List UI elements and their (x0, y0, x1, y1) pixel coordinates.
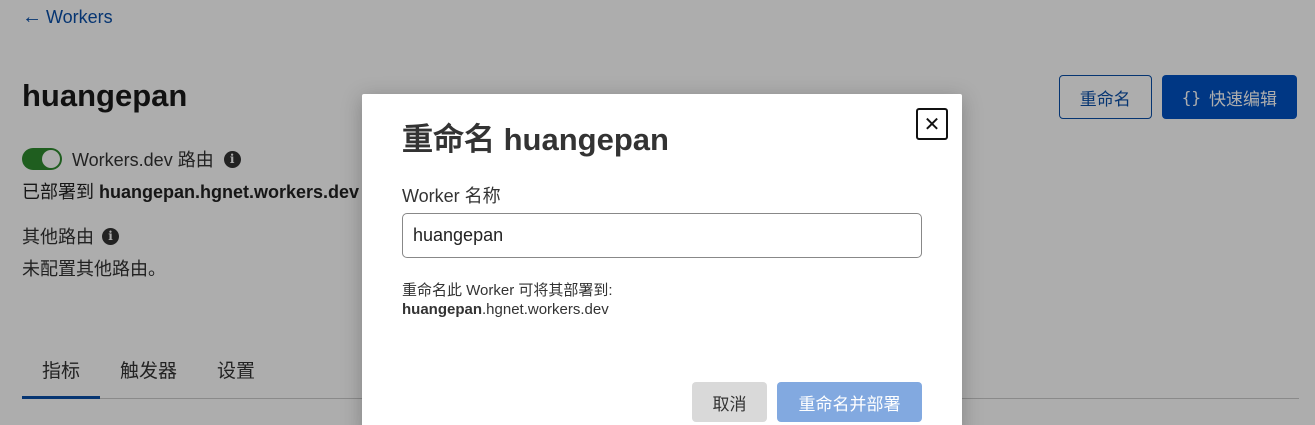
rename-and-deploy-button[interactable]: 重命名并部署 (777, 382, 922, 422)
cancel-button[interactable]: 取消 (692, 382, 767, 422)
worker-name-label: Worker 名称 (402, 186, 501, 206)
new-url-subdomain: huangepan (402, 301, 483, 318)
worker-name-input[interactable] (402, 213, 922, 258)
new-url-domain: .hgnet.workers.dev (482, 301, 609, 318)
close-icon[interactable]: ✕ (916, 108, 948, 140)
dialog-title: 重命名 huangepan (402, 122, 669, 157)
new-deploy-url: huangepan.hgnet.workers.dev (402, 301, 609, 318)
rename-hint: 重命名此 Worker 可将其部署到: (402, 282, 613, 299)
rename-worker-dialog: 重命名 huangepan ✕ Worker 名称 重命名此 Worker 可将… (362, 94, 962, 425)
